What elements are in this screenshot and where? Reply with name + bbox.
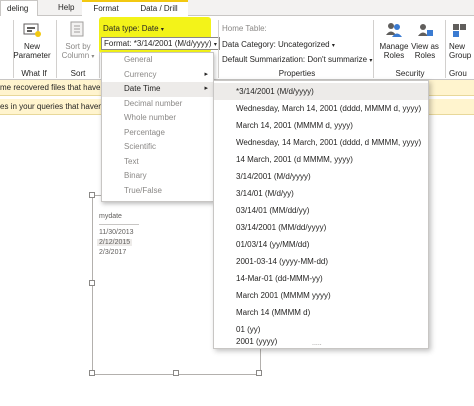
resize-handle[interactable] (89, 280, 95, 286)
group-sort-label: Sort (70, 69, 86, 78)
datetime-option[interactable]: 3/14/2001 (M/d/yyyy) (214, 168, 428, 185)
chevron-down-icon: ▾ (91, 54, 95, 60)
datetime-option[interactable]: 14 March, 2001 (d MMMM, yyyy) (214, 151, 428, 168)
chevron-right-icon: ▸ (204, 70, 208, 78)
new-parameter-button[interactable]: New Parameter (12, 18, 52, 60)
chevron-down-icon: ▾ (213, 42, 217, 48)
data-type-label: Data type: Date (103, 24, 159, 33)
group-icon (453, 24, 466, 37)
resize-handle[interactable] (256, 370, 262, 376)
home-table-dropdown[interactable]: Home Table: (222, 24, 267, 33)
view-as-roles-button[interactable]: View as Roles (410, 20, 440, 60)
pending-changes-text: es in your queries that haven' (0, 102, 105, 111)
new-group-label-2: Group (449, 51, 472, 60)
menu-item-whole-number[interactable]: Whole number (102, 111, 213, 126)
data-category-dropdown[interactable]: Data Category: Uncategorized ▾ (222, 40, 335, 49)
chevron-right-icon: ▸ (204, 85, 208, 92)
datetime-option[interactable]: 03/14/01 (MM/dd/yy) (214, 202, 428, 219)
view-as-icon (418, 24, 433, 36)
format-menu: General Currency ▸ Date Time ▸ Decimal num… (101, 52, 214, 202)
recovered-files-text: me recovered files that haven' (0, 83, 107, 92)
datetime-option[interactable]: March 2001 (MMMM yyyy) (214, 287, 428, 304)
tab-modeling[interactable]: deling (0, 0, 38, 17)
tab-format[interactable]: Format (82, 0, 130, 16)
new-group-label-1: New (449, 42, 466, 51)
view-as-label-2: Roles (414, 51, 436, 60)
tab-data-drill[interactable]: Data / Drill (130, 0, 188, 16)
group-whatif-label: What If (21, 69, 47, 78)
data-type-dropdown[interactable]: Data type: Date ▾ (103, 24, 164, 33)
table-row: 2/12/2015 (97, 239, 133, 246)
menu-item-binary[interactable]: Binary (102, 169, 213, 184)
ribbon-separator (373, 20, 374, 78)
format-dropdown[interactable]: Format: *3/14/2001 (M/d/yyyy) ▾ (101, 37, 220, 50)
sort-label-2: Column ▾ (58, 51, 98, 62)
view-as-label-1: View as (411, 42, 439, 51)
sort-icon (70, 21, 84, 37)
datetime-option[interactable]: Wednesday, March 14, 2001 (dddd, MMMM d,… (214, 100, 428, 117)
datetime-option[interactable]: 14-Mar-01 (dd-MMM-yy) (214, 270, 428, 287)
datetime-option[interactable]: 03/14/2001 (MM/dd/yyyy) (214, 219, 428, 236)
datetime-option[interactable]: March 14 (MMMM d) (214, 304, 428, 321)
chevron-down-icon: ▾ (160, 27, 164, 33)
new-group-button[interactable]: New Group (446, 20, 474, 60)
menu-item-date-time[interactable]: Date Time ▸ (102, 82, 213, 97)
resize-handle[interactable] (173, 370, 179, 376)
datetime-option[interactable]: *3/14/2001 (M/d/yyyy) (214, 83, 428, 100)
resize-grip[interactable]: ..... (312, 340, 322, 348)
menu-item-label: Date Time (124, 84, 161, 93)
menu-item-currency[interactable]: Currency ▸ (102, 68, 213, 83)
manage-roles-label-1: Manage (379, 42, 409, 51)
datetime-submenu: *3/14/2001 (M/d/yyyy) Wednesday, March 1… (213, 80, 429, 349)
menu-item-true-false[interactable]: True/False (102, 184, 213, 199)
group-security-label: Security (395, 69, 425, 78)
sort-by-column-button[interactable]: Sort by Column ▾ (58, 18, 98, 62)
menu-item-label: Currency (124, 69, 157, 79)
datetime-option[interactable]: March 14, 2001 (MMMM d, yyyy) (214, 117, 428, 134)
sort-label-1: Sort by (65, 42, 91, 51)
ribbon-tab-row: deling Help Format Data / Drill (0, 0, 474, 17)
new-parameter-label-1: New (23, 42, 40, 51)
users-icon (386, 23, 402, 37)
resize-handle[interactable] (89, 370, 95, 376)
datetime-option[interactable]: 01/03/14 (yy/MM/dd) (214, 236, 428, 253)
menu-item-decimal-number[interactable]: Decimal number (102, 97, 213, 112)
menu-item-scientific[interactable]: Scientific (102, 140, 213, 155)
default-summarization-dropdown[interactable]: Default Summarization: Don't summarize ▾ (222, 55, 372, 64)
data-category-label: Data Category: Uncategorized (222, 40, 330, 49)
default-summarization-label: Default Summarization: Don't summarize (222, 55, 368, 64)
table-row: 2/3/2017 (99, 249, 127, 256)
menu-item-general[interactable]: General (102, 53, 213, 68)
menu-item-percentage[interactable]: Percentage (102, 126, 213, 141)
column-header[interactable]: mydate (99, 213, 122, 220)
ribbon-separator (218, 20, 219, 78)
group-properties-label: Properties (278, 69, 316, 78)
sort-label-2-text: Column (61, 51, 90, 60)
header-divider (99, 224, 139, 225)
datetime-option[interactable]: Wednesday, 14 March, 2001 (dddd, d MMMM,… (214, 134, 428, 151)
chevron-down-icon: ▾ (331, 43, 335, 49)
manage-roles-button[interactable]: Manage Roles (376, 20, 412, 60)
group-groups-label: Grou (449, 69, 467, 78)
ribbon: New Parameter What If Sort by Column ▾ S… (0, 16, 474, 80)
ribbon-separator (56, 20, 57, 78)
table-row: 11/30/2013 (99, 229, 134, 236)
new-parameter-label-2: Parameter (13, 51, 51, 60)
parameter-icon (23, 23, 41, 37)
manage-roles-label-2: Roles (383, 51, 405, 60)
resize-handle[interactable] (89, 192, 95, 198)
tab-help[interactable]: Help (52, 0, 80, 16)
format-label: Format: *3/14/2001 (M/d/yyyy) (104, 39, 212, 48)
menu-item-text[interactable]: Text (102, 155, 213, 170)
datetime-option[interactable]: 3/14/01 (M/d/yy) (214, 185, 428, 202)
datetime-option[interactable]: 2001-03-14 (yyyy-MM-dd) (214, 253, 428, 270)
chevron-down-icon: ▾ (369, 58, 373, 64)
